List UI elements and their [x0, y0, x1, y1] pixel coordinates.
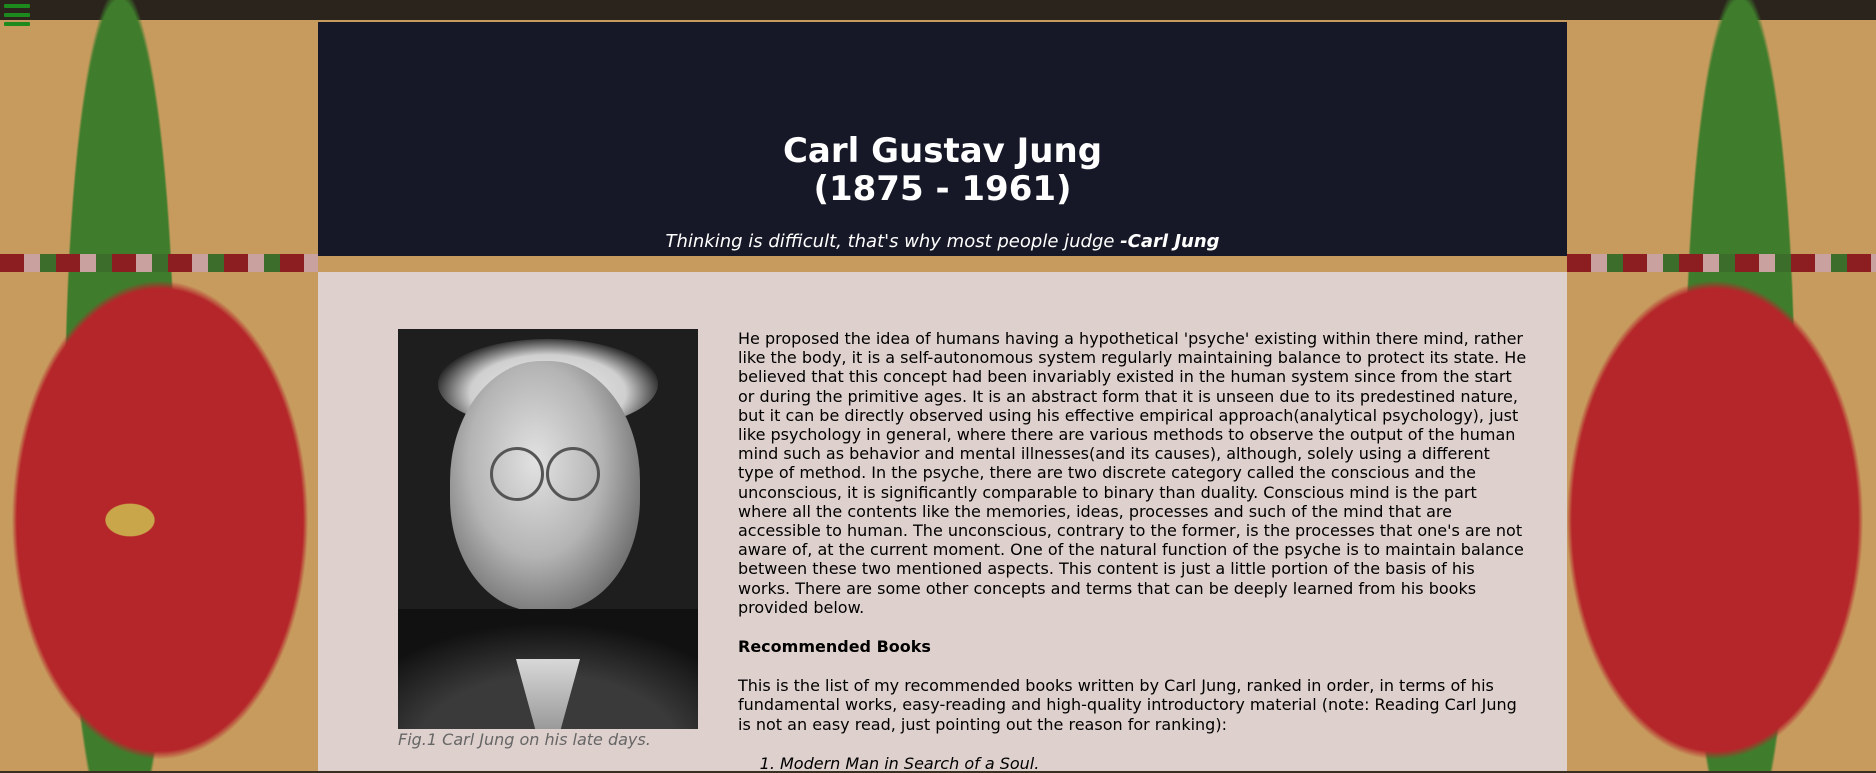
menu-bar — [4, 13, 30, 17]
photo-face — [450, 361, 640, 611]
quote-author: -Carl Jung — [1120, 231, 1220, 252]
main-content: Fig.1 Carl Jung on his late days. He pro… — [318, 272, 1567, 773]
article-text: He proposed the idea of humans having a … — [738, 329, 1528, 773]
photo-glasses-left — [490, 447, 544, 501]
menu-bar — [4, 22, 30, 26]
portrait-photo — [398, 329, 698, 729]
books-list: Modern Man in Search of a Soul. — [738, 754, 1528, 773]
title-years: (1875 - 1961) — [813, 169, 1072, 209]
hamburger-menu-icon[interactable] — [4, 4, 30, 26]
photo-glasses-right — [546, 447, 600, 501]
portrait-figure: Fig.1 Carl Jung on his late days. — [398, 329, 698, 749]
quote-text: Thinking is difficult, that's why most p… — [665, 231, 1121, 252]
book-item: Modern Man in Search of a Soul. — [780, 754, 1528, 773]
page-header: Carl Gustav Jung (1875 - 1961) Thinking … — [318, 22, 1567, 256]
page-title: Carl Gustav Jung (1875 - 1961) — [318, 132, 1567, 208]
books-heading: Recommended Books — [738, 637, 931, 657]
intro-paragraph: He proposed the idea of humans having a … — [738, 329, 1527, 617]
title-name: Carl Gustav Jung — [782, 131, 1103, 171]
header-quote: Thinking is difficult, that's why most p… — [318, 231, 1567, 252]
figure-caption: Fig.1 Carl Jung on his late days. — [398, 730, 651, 749]
menu-bar — [4, 4, 30, 8]
books-intro: This is the list of my recommended books… — [738, 676, 1517, 734]
